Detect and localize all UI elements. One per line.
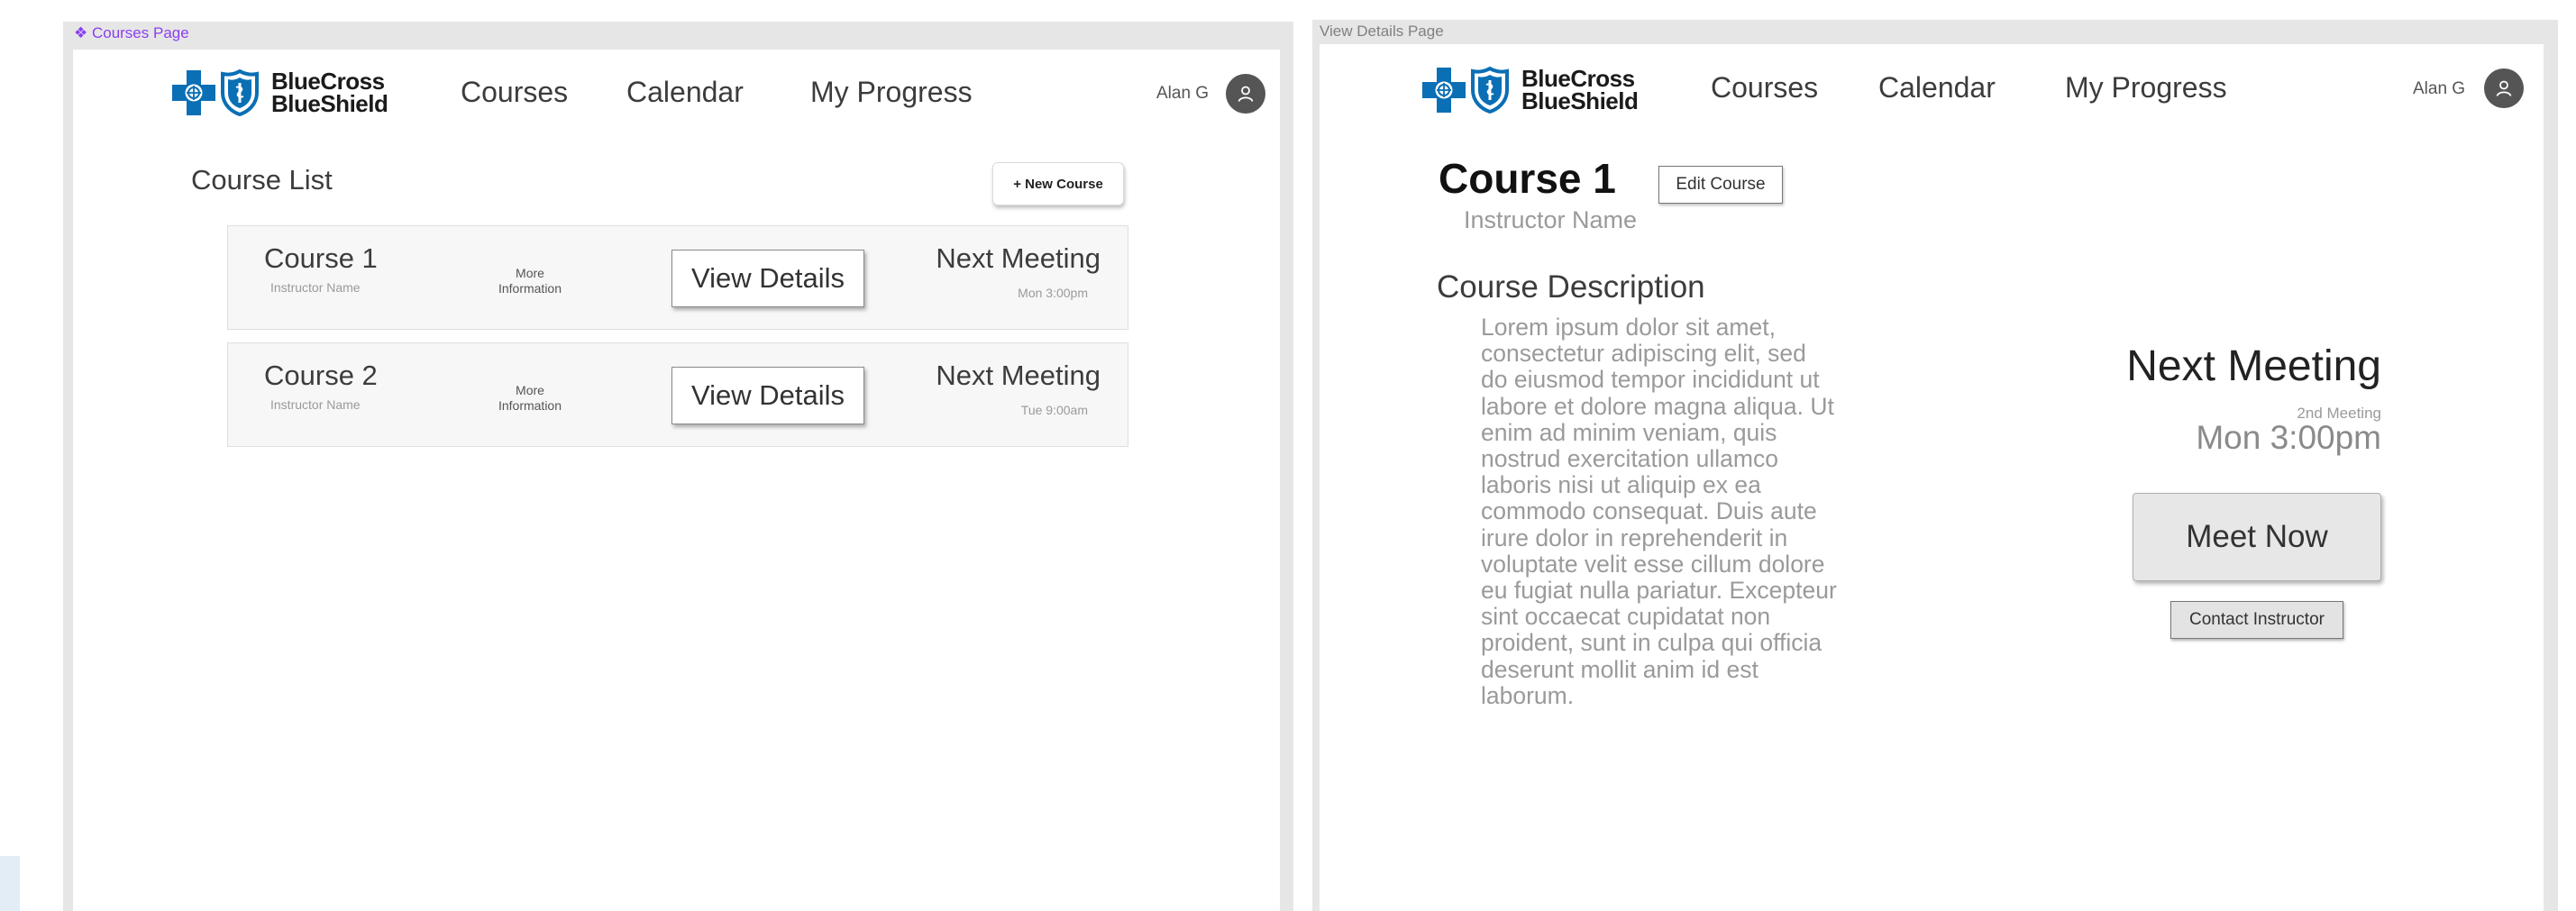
background-logo-fragment — [0, 856, 20, 911]
more-information-line1: More — [516, 266, 544, 280]
description-line: enim ad minim veniam, quis — [1481, 418, 1777, 446]
next-meeting-time: Tue 9:00am — [1020, 403, 1088, 417]
description-line: deserunt mollit anim id est — [1481, 655, 1758, 683]
course-instructor: Instructor Name — [270, 397, 361, 412]
more-information-line2: Information — [498, 281, 562, 296]
more-information-line2: Information — [498, 398, 562, 413]
course-title: Course 2 — [264, 360, 378, 391]
user-name: Alan G — [2413, 79, 2466, 98]
brand-logo[interactable]: BlueCross BlueShield — [1422, 67, 1639, 114]
new-course-button[interactable]: + New Course — [992, 162, 1124, 205]
description-line: do eiusmod tempor incididunt ut — [1481, 366, 1820, 394]
course-card[interactable]: Course 1 Instructor Name More Informatio… — [227, 225, 1128, 330]
next-meeting-label: Next Meeting — [936, 360, 1101, 391]
user-avatar[interactable] — [2484, 68, 2524, 108]
contact-instructor-button[interactable]: Contact Instructor — [2170, 601, 2343, 639]
nav-calendar[interactable]: Calendar — [1878, 71, 1996, 105]
course-card[interactable]: Course 2 Instructor Name More Informatio… — [227, 342, 1128, 447]
next-meeting-label: Next Meeting — [936, 242, 1101, 274]
nav-calendar[interactable]: Calendar — [626, 76, 744, 109]
description-line: eu fugiat nulla pariatur. Excepteur — [1481, 577, 1837, 605]
view-details-page-frame: View Details Page BlueCross BlueShield C… — [1312, 20, 2558, 911]
course-instructor: Instructor Name — [270, 280, 361, 295]
meet-now-button[interactable]: Meet Now — [2133, 493, 2381, 581]
view-details-button[interactable]: View Details — [671, 250, 864, 307]
user-icon — [2496, 80, 2512, 96]
nav-courses[interactable]: Courses — [1711, 71, 1818, 105]
courses-page: BlueCross BlueShield Courses Calendar My… — [73, 50, 1280, 911]
user-name: Alan G — [1156, 84, 1210, 103]
course-title: Course 1 — [264, 242, 378, 274]
edit-course-button[interactable]: Edit Course — [1658, 166, 1783, 204]
blue-cross-icon — [1422, 68, 1466, 113]
blue-cross-icon — [172, 70, 215, 115]
description-line: laborum. — [1481, 681, 1575, 709]
frame-label-view-details-page: View Details Page — [1320, 23, 1444, 40]
user-icon — [1238, 86, 1254, 102]
more-information-link[interactable]: More Information — [489, 266, 571, 296]
description-line: proident, sunt in culpa qui officia — [1481, 629, 1822, 657]
description-line: consectetur adipiscing elit, sed — [1481, 340, 1806, 368]
next-meeting-time: Mon 3:00pm — [1018, 286, 1088, 300]
course-description-heading: Course Description — [1437, 269, 1705, 305]
brand-logo[interactable]: BlueCross BlueShield — [172, 69, 388, 116]
brand-name-line2: BlueShield — [271, 90, 388, 117]
course-list-title: Course List — [191, 164, 333, 196]
description-line: laboris nisi ut aliquip ex ea — [1481, 471, 1761, 499]
nav-my-progress[interactable]: My Progress — [810, 76, 973, 109]
brand-wordmark: BlueCross BlueShield — [271, 69, 388, 117]
description-line: nostrud exercitation ullamco — [1481, 445, 1778, 473]
course-title: Course 1 — [1439, 155, 1616, 202]
courses-page-frame: ❖ Courses Page BlueCross BlueShield Cour… — [63, 22, 1293, 911]
blue-shield-icon — [1471, 67, 1509, 114]
more-information-link[interactable]: More Information — [489, 383, 571, 414]
view-details-page: BlueCross BlueShield Courses Calendar My… — [1320, 44, 2544, 911]
brand-name-line2: BlueShield — [1521, 87, 1639, 114]
description-line: labore et dolore magna aliqua. Ut — [1481, 392, 1834, 420]
description-line: voluptate velit esse cillum dolore — [1481, 550, 1825, 578]
nav-my-progress[interactable]: My Progress — [2065, 71, 2227, 105]
user-avatar[interactable] — [1226, 74, 1265, 114]
view-details-button[interactable]: View Details — [671, 367, 864, 424]
description-line: Lorem ipsum dolor sit amet, — [1481, 314, 1776, 341]
nav-courses[interactable]: Courses — [461, 76, 568, 109]
more-information-line1: More — [516, 383, 544, 397]
blue-shield-icon — [221, 69, 259, 116]
course-description-text: Lorem ipsum dolor sit amet, consectetur … — [1481, 314, 1859, 709]
instructor-name: Instructor Name — [1464, 206, 1638, 233]
description-line: commodo consequat. Duis aute — [1481, 497, 1817, 525]
brand-wordmark: BlueCross BlueShield — [1521, 67, 1639, 114]
next-meeting-heading: Next Meeting — [2126, 342, 2381, 390]
meeting-time: Mon 3:00pm — [2196, 419, 2381, 456]
frame-label-courses-page: ❖ Courses Page — [74, 24, 189, 41]
description-line: sint occaecat cupidatat non — [1481, 603, 1771, 631]
description-line: irure dolor in reprehenderit in — [1481, 524, 1788, 551]
